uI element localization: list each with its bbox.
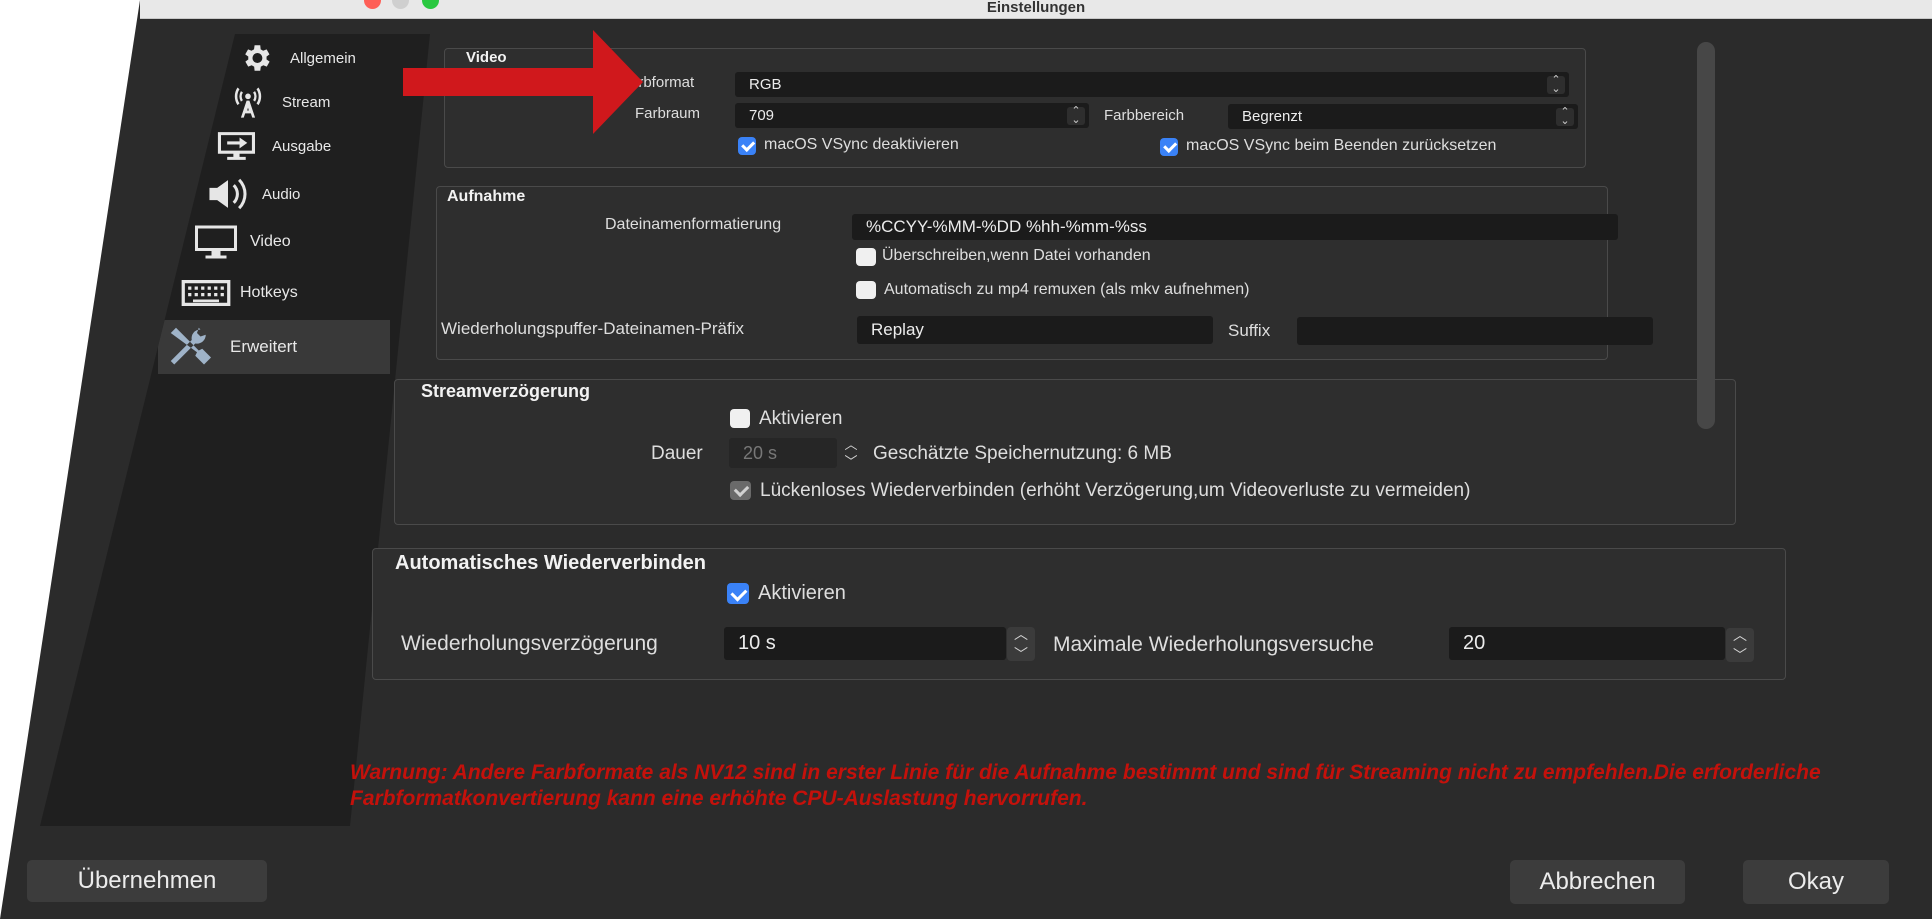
duration-stepper[interactable]: ︿ ﹀ bbox=[838, 438, 864, 468]
sidebar-item-stream[interactable]: Stream bbox=[222, 80, 412, 124]
overwrite-label: Überschreiben,wenn Datei vorhanden bbox=[882, 247, 1151, 264]
sidebar-item-label: Video bbox=[250, 233, 291, 250]
sidebar-item-label: Erweitert bbox=[230, 337, 298, 356]
sidebar-item-erweitert[interactable]: Erweitert bbox=[158, 320, 390, 374]
auto-reconnect-enable-checkbox[interactable] bbox=[727, 583, 749, 604]
title-bar: Einstellungen bbox=[140, 0, 1932, 19]
replay-prefix-label: Wiederholungspuffer-Dateinamen-Präfix bbox=[441, 319, 745, 338]
replay-prefix-value: Replay bbox=[871, 320, 924, 339]
vsync-disable-label: macOS VSync deaktivieren bbox=[764, 136, 959, 153]
broadcast-antenna-icon bbox=[222, 85, 274, 119]
speaker-icon bbox=[202, 177, 254, 211]
stream-delay-enable-label: Aktivieren bbox=[759, 408, 843, 429]
sidebar-item-label: Ausgabe bbox=[272, 137, 332, 155]
color-range-select[interactable]: Begrenzt ⌃ ⌄ bbox=[1228, 104, 1578, 129]
filename-format-label: Dateinamenformatierung bbox=[605, 216, 782, 233]
settings-window: Einstellungen Allgemein Stream Ausgabe A… bbox=[0, 0, 1932, 919]
duration-input[interactable]: 20 s bbox=[729, 438, 837, 468]
color-range-label: Farbbereich bbox=[1104, 107, 1185, 124]
sidebar-item-video[interactable]: Video bbox=[190, 220, 390, 264]
apply-button[interactable]: Übernehmen bbox=[27, 860, 267, 902]
recording-group-title: Aufnahme bbox=[447, 188, 526, 205]
monitor-icon bbox=[190, 224, 242, 260]
color-range-value: Begrenzt bbox=[1242, 108, 1303, 125]
sidebar-item-ausgabe[interactable]: Ausgabe bbox=[212, 124, 407, 168]
max-retries-stepper[interactable]: ︿ ﹀ bbox=[1726, 628, 1754, 662]
red-arrow-annotation bbox=[403, 30, 643, 134]
auto-reconnect-enable-label: Aktivieren bbox=[758, 582, 846, 604]
cancel-button[interactable]: Abbrechen bbox=[1510, 860, 1685, 904]
seamless-reconnect-checkbox[interactable] bbox=[730, 481, 751, 500]
gear-icon bbox=[230, 41, 282, 75]
sidebar-item-allgemein[interactable]: Allgemein bbox=[230, 36, 420, 80]
max-retries-value: 20 bbox=[1463, 632, 1486, 654]
suffix-input[interactable] bbox=[1297, 317, 1653, 345]
ok-button[interactable]: Okay bbox=[1743, 860, 1889, 904]
chevron-down-icon: ﹀ bbox=[844, 454, 858, 469]
chevron-up-icon: ︿ bbox=[1014, 626, 1028, 642]
tools-icon bbox=[158, 326, 222, 368]
chevron-up-icon: ︿ bbox=[844, 437, 858, 452]
overwrite-checkbox[interactable] bbox=[856, 248, 876, 266]
chevron-up-icon: ︿ bbox=[1733, 627, 1747, 643]
retry-delay-input[interactable]: 10 s bbox=[724, 627, 1006, 660]
window-title: Einstellungen bbox=[986, 0, 1086, 16]
remux-label: Automatisch zu mp4 remuxen (als mkv aufn… bbox=[884, 281, 1250, 298]
sidebar-item-label: Allgemein bbox=[290, 49, 356, 67]
output-icon bbox=[212, 129, 264, 163]
retry-delay-stepper[interactable]: ︿ ﹀ bbox=[1007, 627, 1035, 661]
vertical-scrollbar[interactable] bbox=[1697, 42, 1715, 429]
chevron-updown-icon: ⌃ ⌄ bbox=[1556, 106, 1574, 126]
color-space-select[interactable]: 709 ⌃ ⌄ bbox=[735, 103, 1089, 128]
sidebar-item-hotkeys[interactable]: Hotkeys bbox=[180, 271, 385, 315]
retry-delay-label: Wiederholungsverzögerung bbox=[401, 632, 658, 655]
color-format-warning: Warnung: Andere Farbformate als NV12 sin… bbox=[350, 761, 1821, 810]
max-retries-label: Maximale Wiederholungsversuche bbox=[1053, 633, 1374, 656]
color-format-select[interactable]: RGB ⌃ ⌄ bbox=[735, 72, 1569, 97]
color-space-label: Farbraum bbox=[635, 105, 701, 122]
keyboard-icon bbox=[180, 276, 232, 310]
remux-checkbox[interactable] bbox=[856, 281, 876, 299]
vsync-reset-checkbox[interactable] bbox=[1160, 138, 1178, 156]
suffix-label: Suffix bbox=[1228, 321, 1271, 340]
replay-prefix-input[interactable]: Replay bbox=[857, 316, 1213, 344]
auto-reconnect-group-title: Automatisches Wiederverbinden bbox=[395, 552, 707, 574]
filename-format-input[interactable]: %CCYY-%MM-%DD %hh-%mm-%ss bbox=[852, 214, 1618, 240]
chevron-updown-icon: ⌃ ⌄ bbox=[1547, 74, 1565, 94]
chevron-updown-icon: ⌃ ⌄ bbox=[1067, 105, 1085, 125]
vsync-reset-label: macOS VSync beim Beenden zurücksetzen bbox=[1186, 137, 1497, 154]
vsync-disable-checkbox[interactable] bbox=[738, 137, 756, 155]
sidebar-item-audio[interactable]: Audio bbox=[202, 172, 402, 216]
color-format-value: RGB bbox=[749, 76, 782, 93]
settings-sidebar: Allgemein Stream Ausgabe Audio Video Hot… bbox=[40, 34, 430, 826]
sidebar-item-label: Stream bbox=[282, 93, 331, 111]
memory-estimate-text: Geschätzte Speichernutzung: 6 MB bbox=[873, 443, 1172, 464]
retry-delay-value: 10 s bbox=[738, 632, 776, 654]
max-retries-input[interactable]: 20 bbox=[1449, 627, 1725, 660]
stream-delay-group-title: Streamverzögerung bbox=[421, 381, 591, 401]
filename-format-value: %CCYY-%MM-%DD %hh-%mm-%ss bbox=[866, 217, 1147, 236]
duration-value: 20 s bbox=[743, 442, 778, 463]
color-space-value: 709 bbox=[749, 107, 775, 124]
duration-label: Dauer bbox=[651, 443, 703, 464]
sidebar-item-label: Audio bbox=[262, 185, 301, 203]
sidebar-item-label: Hotkeys bbox=[240, 284, 298, 301]
chevron-down-icon: ﹀ bbox=[1733, 647, 1747, 663]
chevron-down-icon: ﹀ bbox=[1014, 646, 1028, 662]
seamless-reconnect-label: Lückenloses Wiederverbinden (erhöht Verz… bbox=[760, 480, 1471, 501]
stream-delay-enable-checkbox[interactable] bbox=[730, 409, 750, 428]
